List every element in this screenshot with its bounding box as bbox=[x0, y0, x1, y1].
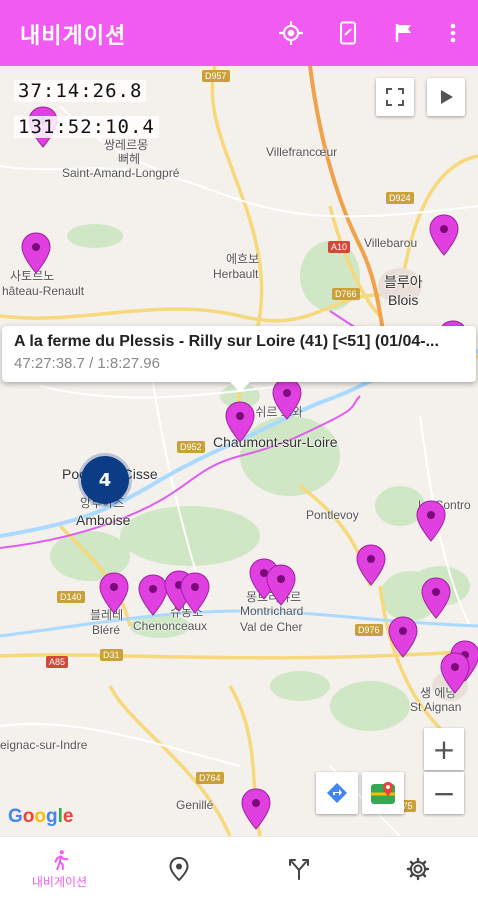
map-marker[interactable] bbox=[225, 401, 255, 443]
marker-cluster[interactable]: 4 bbox=[81, 456, 129, 504]
place-chenonceaux: Chenonceaux bbox=[133, 619, 208, 633]
road-shield: D976 bbox=[355, 624, 383, 636]
app-title: 내비게이션 bbox=[20, 24, 127, 49]
map-marker[interactable] bbox=[421, 577, 451, 619]
map-marker[interactable] bbox=[429, 214, 459, 256]
play-icon bbox=[441, 90, 453, 104]
directions-button[interactable] bbox=[316, 772, 358, 814]
place-montrichard: Montrichard bbox=[240, 604, 304, 618]
place-chateau-renault: hâteau-Renault bbox=[2, 284, 85, 298]
map-marker[interactable] bbox=[21, 232, 51, 274]
map-marker[interactable] bbox=[388, 616, 418, 658]
road-shield: D952 bbox=[177, 441, 205, 453]
map-marker[interactable] bbox=[99, 572, 129, 614]
place-villebarou: Villebarou bbox=[364, 236, 418, 250]
road-shield: D31 bbox=[100, 649, 123, 661]
my-location-button[interactable] bbox=[275, 17, 307, 49]
nav-item-label: 내비게이션 bbox=[31, 874, 88, 889]
map-view[interactable]: 쌍레르몽 뻐헤 Saint-Amand-Longpré Villefrancœu… bbox=[0, 66, 478, 836]
nav-item-places[interactable] bbox=[119, 837, 238, 900]
nav-item-routes[interactable] bbox=[239, 837, 358, 900]
bottom-navigation: 내비게이션 bbox=[0, 836, 478, 900]
place-amboise: Amboise bbox=[76, 512, 131, 528]
place-blois-ko: 블루아 bbox=[384, 274, 423, 290]
road-shield: D957 bbox=[202, 70, 230, 82]
place-saint-amand: Saint-Amand-Longpré bbox=[62, 166, 180, 180]
latitude-readout: 37:14:26.8 bbox=[14, 80, 147, 102]
settings-icon bbox=[406, 857, 429, 881]
place-top-town-2: 뻐헤 bbox=[118, 152, 141, 166]
map-marker[interactable] bbox=[356, 544, 386, 586]
flag-icon bbox=[395, 24, 411, 42]
my-location-icon bbox=[279, 21, 303, 45]
zoom-out-button[interactable]: − bbox=[424, 772, 464, 814]
google-logo: Google bbox=[8, 806, 74, 827]
place-herbault: Herbault bbox=[213, 267, 259, 281]
fork-icon bbox=[288, 859, 309, 880]
play-button[interactable] bbox=[427, 78, 465, 116]
place-blois: Blois bbox=[388, 292, 419, 308]
fullscreen-icon bbox=[386, 88, 404, 106]
google-maps-icon bbox=[371, 782, 395, 804]
more-vert-icon bbox=[450, 23, 456, 43]
map-marker[interactable] bbox=[266, 564, 296, 606]
open-google-maps-button[interactable] bbox=[362, 772, 404, 814]
place-st-aignan: St Aignan bbox=[410, 700, 462, 714]
map-base bbox=[0, 66, 478, 836]
place-genille: Genillé bbox=[176, 798, 214, 812]
directions-icon bbox=[327, 783, 347, 803]
road-shield: A85 bbox=[46, 656, 69, 668]
location-pin-icon bbox=[168, 857, 189, 881]
more-button[interactable] bbox=[437, 17, 469, 49]
marker-info-window[interactable]: A la ferme du Plessis - Rilly sur Loire … bbox=[2, 326, 476, 392]
road-shield: D764 bbox=[196, 772, 224, 784]
info-window-tail bbox=[230, 382, 250, 392]
longitude-readout: 131:52:10.4 bbox=[14, 116, 159, 138]
zoom-in-button[interactable]: + bbox=[424, 728, 464, 770]
map-marker[interactable] bbox=[416, 500, 446, 542]
nav-item-settings[interactable] bbox=[358, 837, 477, 900]
place-villefrancoeur: Villefrancœur bbox=[266, 145, 338, 159]
info-window-coords: 47:27:38.7 / 1:8:27.96 bbox=[14, 355, 160, 372]
place-blere: Bléré bbox=[92, 623, 121, 637]
flag-button[interactable] bbox=[388, 17, 420, 49]
road-shield: D924 bbox=[386, 192, 414, 204]
place-pontlevoy: Pontlevoy bbox=[306, 508, 359, 522]
place-val-de-cher: Val de Cher bbox=[240, 620, 303, 634]
map-marker[interactable] bbox=[241, 788, 271, 830]
phone-icon bbox=[340, 21, 356, 45]
road-shield: D766 bbox=[332, 288, 360, 300]
fullscreen-button[interactable] bbox=[376, 78, 414, 116]
road-shield: A10 bbox=[328, 241, 351, 253]
info-window-title: A la ferme du Plessis - Rilly sur Loire … bbox=[14, 333, 439, 350]
place-ligueil: eignac-sur-Indre bbox=[0, 738, 88, 752]
app-bar: 내비게이션 bbox=[0, 0, 478, 66]
map-marker[interactable] bbox=[180, 572, 210, 614]
nav-item-navigation[interactable]: 내비게이션 bbox=[0, 837, 119, 900]
phone-button[interactable] bbox=[332, 17, 364, 49]
place-herbault-ko: 에흐보 bbox=[226, 252, 260, 266]
walk-icon bbox=[53, 849, 68, 870]
map-marker[interactable] bbox=[440, 652, 470, 694]
map-marker[interactable] bbox=[272, 378, 302, 420]
road-shield: D140 bbox=[57, 591, 85, 603]
